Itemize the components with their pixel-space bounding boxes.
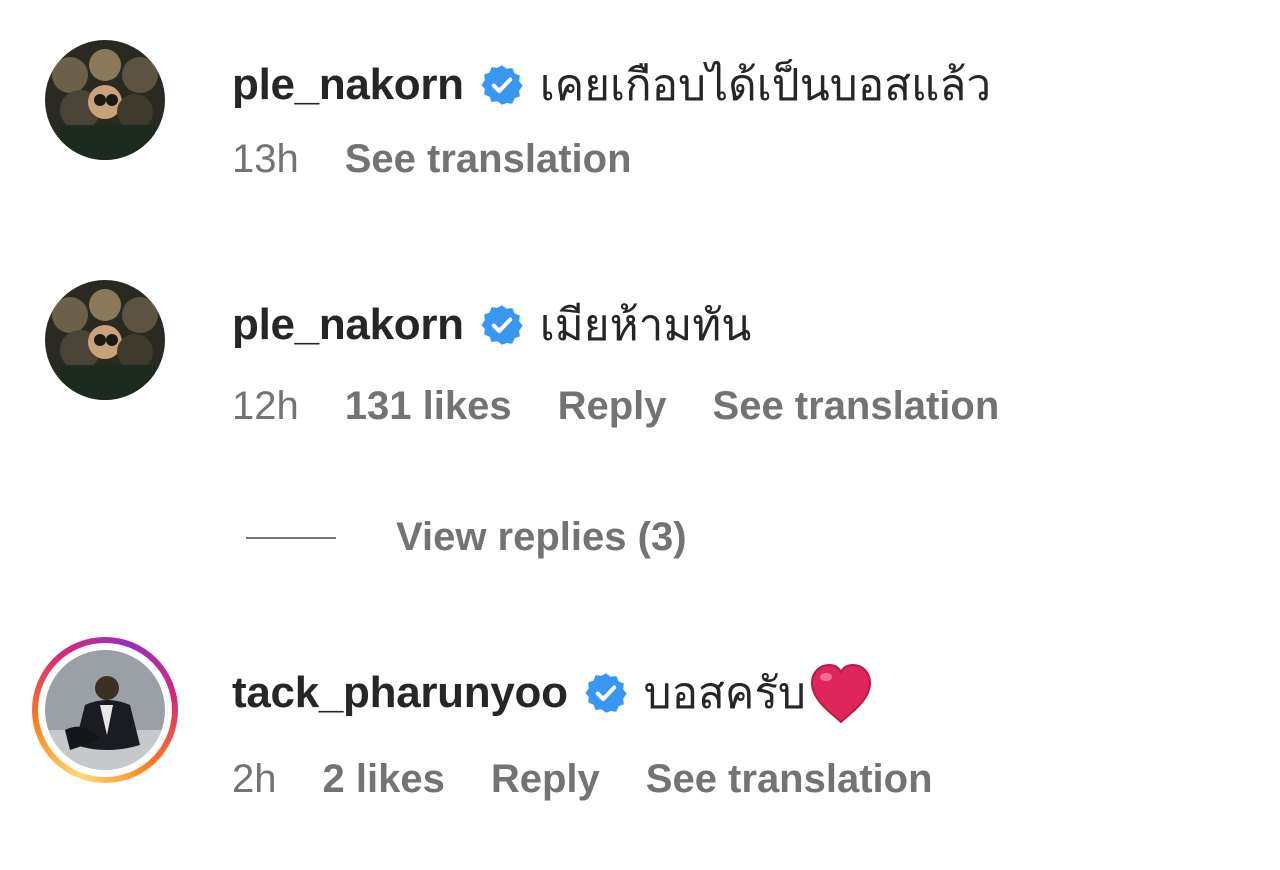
- view-replies-label: View replies (3): [396, 515, 687, 559]
- username[interactable]: ple_nakorn: [232, 300, 464, 350]
- story-ring[interactable]: [32, 637, 178, 783]
- likes-count[interactable]: 131 likes: [345, 384, 512, 429]
- comment-header: tack_pharunyoo บอสครับ: [232, 658, 874, 728]
- timestamp[interactable]: 13h: [232, 137, 299, 182]
- comment-text: เมียห้ามทัน: [539, 301, 752, 350]
- username[interactable]: ple_nakorn: [232, 60, 464, 110]
- replies-divider: [246, 536, 336, 539]
- heart-icon: [810, 663, 871, 724]
- timestamp[interactable]: 12h: [232, 384, 299, 429]
- avatar-ple-nakorn[interactable]: [45, 40, 165, 160]
- verified-badge-icon: [481, 65, 523, 105]
- comment-meta: 2h 2 likes Reply See translation: [232, 757, 979, 802]
- username[interactable]: tack_pharunyoo: [232, 668, 568, 718]
- comment-meta: 12h 131 likes Reply See translation: [232, 384, 1045, 429]
- comment-header: ple_nakorn เมียห้ามทัน: [232, 290, 751, 360]
- comment-text: เคยเกือบได้เป็นบอสแล้ว: [539, 61, 992, 110]
- reply-button[interactable]: Reply: [558, 384, 667, 429]
- likes-count[interactable]: 2 likes: [323, 757, 445, 802]
- see-translation-button[interactable]: See translation: [345, 137, 632, 182]
- comment-header: ple_nakorn เคยเกือบได้เป็นบอสแล้ว: [232, 50, 991, 120]
- comment-text: บอสครับ: [643, 669, 806, 718]
- view-replies-button[interactable]: View replies (3): [246, 515, 687, 560]
- reply-button[interactable]: Reply: [491, 757, 600, 802]
- see-translation-button[interactable]: See translation: [713, 384, 1000, 429]
- timestamp[interactable]: 2h: [232, 757, 277, 802]
- avatar-tack-pharunyoo[interactable]: [45, 650, 165, 770]
- avatar-ple-nakorn[interactable]: [45, 280, 165, 400]
- verified-badge-icon: [584, 673, 627, 713]
- verified-badge-icon: [481, 305, 523, 345]
- see-translation-button[interactable]: See translation: [646, 757, 933, 802]
- comment-meta: 13h See translation: [232, 137, 678, 182]
